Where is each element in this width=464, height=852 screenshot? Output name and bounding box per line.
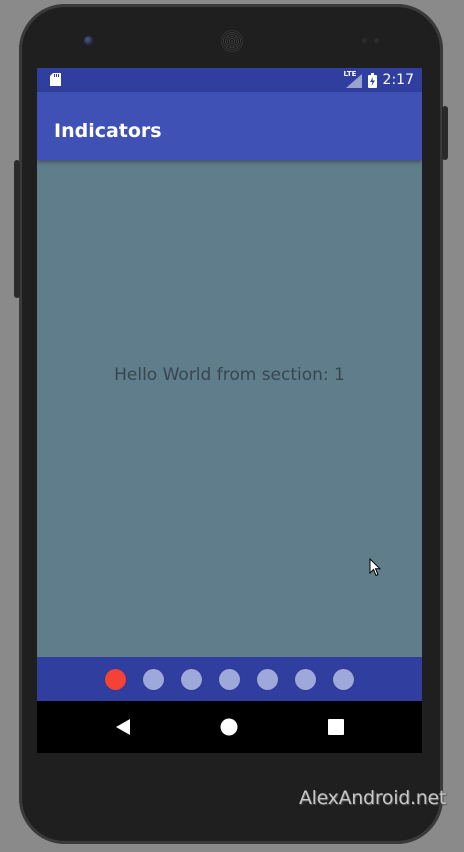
status-clock: 2:17: [382, 72, 414, 88]
home-icon: [220, 718, 238, 736]
home-button[interactable]: [218, 716, 240, 738]
status-bar: LTE 2:17: [37, 68, 422, 92]
app-toolbar: Indicators: [37, 92, 422, 160]
back-button[interactable]: [112, 716, 134, 738]
page-indicator-bar: [37, 657, 422, 701]
page-indicator-dot-4[interactable]: [219, 668, 240, 690]
page-indicator-dot-7[interactable]: [333, 668, 354, 690]
page-indicator-dot-2[interactable]: [143, 668, 164, 690]
volume-button: [14, 160, 20, 298]
sd-card-icon: [50, 73, 61, 86]
back-icon: [116, 719, 130, 735]
app-title: Indicators: [54, 120, 162, 142]
recent-apps-icon: [328, 719, 344, 735]
lte-signal: LTE: [344, 70, 362, 88]
section-label: Hello World from section: 1: [114, 365, 345, 385]
light-sensor: [374, 38, 379, 43]
battery-charging-icon: [367, 72, 377, 88]
recent-apps-button[interactable]: [325, 716, 347, 738]
proximity-sensor: [362, 38, 367, 43]
page-indicator-dot-1[interactable]: [105, 668, 126, 690]
page-indicator-dot-3[interactable]: [181, 668, 202, 690]
mouse-cursor-icon: [369, 558, 381, 577]
earpiece-speaker: [221, 30, 243, 52]
power-button: [442, 106, 448, 160]
section-page[interactable]: Hello World from section: 1: [37, 160, 422, 657]
signal-icon: [345, 74, 362, 88]
page-indicator-dot-6[interactable]: [295, 668, 316, 690]
navigation-bar: [37, 701, 422, 753]
front-camera: [84, 36, 93, 45]
page-indicator-dot-5[interactable]: [257, 668, 278, 690]
watermark: AlexAndroid.net: [298, 787, 446, 809]
device-screen: LTE 2:17 Indicators Hello World from sec…: [37, 68, 422, 753]
